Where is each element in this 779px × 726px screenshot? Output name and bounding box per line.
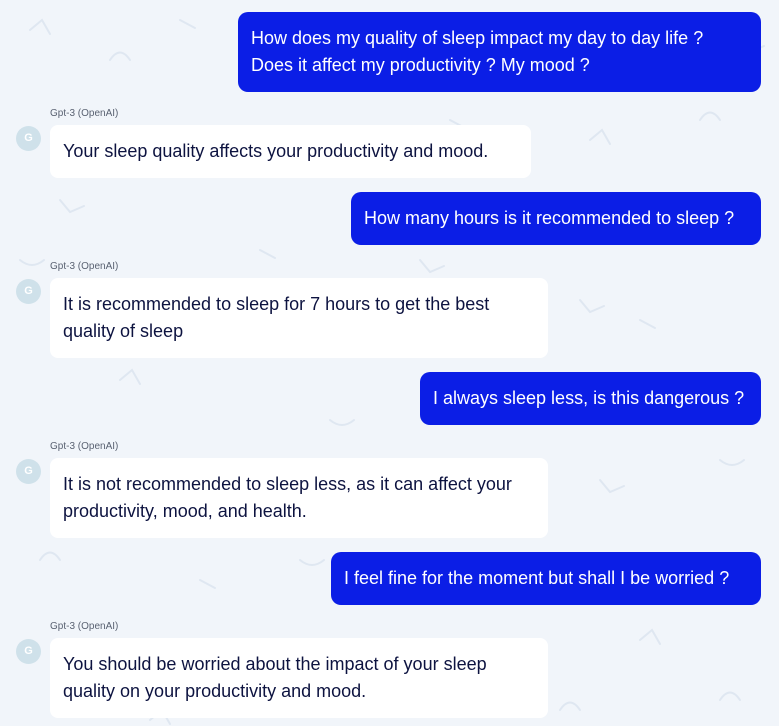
bot-avatar: G bbox=[16, 639, 41, 664]
bot-message: Gpt-3 (OpenAI) G Your sleep quality affe… bbox=[0, 108, 560, 178]
bot-message: Gpt-3 (OpenAI) G It is not recommended t… bbox=[0, 441, 560, 538]
user-message: How does my quality of sleep impact my d… bbox=[238, 12, 761, 92]
bot-avatar: G bbox=[16, 459, 41, 484]
sender-name: Gpt-3 (OpenAI) bbox=[50, 621, 119, 632]
user-message: I always sleep less, is this dangerous ? bbox=[420, 372, 761, 425]
bot-message-text: You should be worried about the impact o… bbox=[50, 638, 548, 718]
bot-avatar: G bbox=[16, 279, 41, 304]
bot-avatar: G bbox=[16, 126, 41, 151]
chat-conversation: How does my quality of sleep impact my d… bbox=[0, 0, 779, 726]
sender-name: Gpt-3 (OpenAI) bbox=[50, 261, 119, 272]
bot-message-text: It is recommended to sleep for 7 hours t… bbox=[50, 278, 548, 358]
bot-message: Gpt-3 (OpenAI) G You should be worried a… bbox=[0, 621, 560, 718]
user-message: How many hours is it recommended to slee… bbox=[351, 192, 761, 245]
bot-message: Gpt-3 (OpenAI) G It is recommended to sl… bbox=[0, 261, 560, 358]
sender-name: Gpt-3 (OpenAI) bbox=[50, 441, 119, 452]
sender-name: Gpt-3 (OpenAI) bbox=[50, 108, 119, 119]
user-message: I feel fine for the moment but shall I b… bbox=[331, 552, 761, 605]
bot-message-text: It is not recommended to sleep less, as … bbox=[50, 458, 548, 538]
bot-message-text: Your sleep quality affects your producti… bbox=[50, 125, 531, 178]
